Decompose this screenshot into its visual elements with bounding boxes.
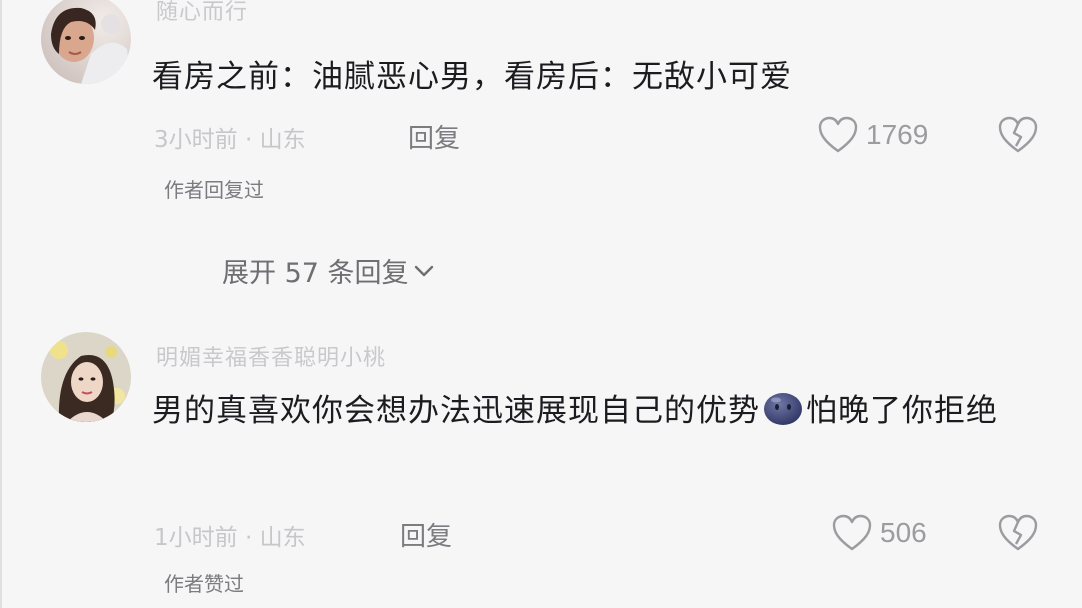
comment-time-location: 1小时前 · 山东 xyxy=(154,525,306,551)
reply-button[interactable]: 回复 xyxy=(400,516,452,553)
comment-text: 看房之前：油腻恶心男，看房后：无敌小可爱 xyxy=(152,59,792,95)
reply-button[interactable]: 回复 xyxy=(408,118,460,155)
author-replied-note: 作者回复过 xyxy=(164,178,264,202)
heart-outline-icon xyxy=(818,116,858,153)
comment-username[interactable]: 随心而行 xyxy=(156,0,248,26)
comment-time-location: 3小时前 · 山东 xyxy=(154,127,306,153)
comment-item: 随心而行 看房之前：油腻恶心男，看房后：无敌小可爱 3小时前 · 山东 回复 1… xyxy=(0,0,1082,300)
broken-heart-icon[interactable] xyxy=(998,116,1038,154)
expand-replies-button[interactable]: 展开 57 条回复 xyxy=(222,251,435,290)
avatar[interactable] xyxy=(41,332,131,422)
author-liked-note: 作者赞过 xyxy=(164,572,244,596)
comment-username[interactable]: 明媚幸福香香聪明小桃 xyxy=(156,340,386,372)
like-button[interactable]: 506 xyxy=(832,514,927,552)
like-button[interactable]: 1769 xyxy=(818,116,928,154)
blue-face-emoji xyxy=(764,393,802,425)
heart-outline-icon xyxy=(832,514,872,551)
like-count: 1769 xyxy=(866,119,929,150)
broken-heart-icon[interactable] xyxy=(998,514,1038,552)
comment-text-part: 怕晚了你拒绝 xyxy=(806,393,998,429)
comment-text: 男的真喜欢你会想办法迅速展现自己的优势 怕晚了你拒绝 xyxy=(152,380,1032,442)
comment-item: 明媚幸福香香聪明小桃 男的真喜欢你会想办法迅速展现自己的优势 怕晚了你拒绝 1小… xyxy=(0,320,1082,608)
avatar[interactable] xyxy=(41,0,131,84)
like-count: 506 xyxy=(880,517,927,548)
expand-replies-label: 展开 57 条回复 xyxy=(222,258,409,289)
chevron-down-icon xyxy=(414,265,433,276)
comment-text-part: 男的真喜欢你会想办法迅速展现自己的优势 xyxy=(152,393,760,429)
